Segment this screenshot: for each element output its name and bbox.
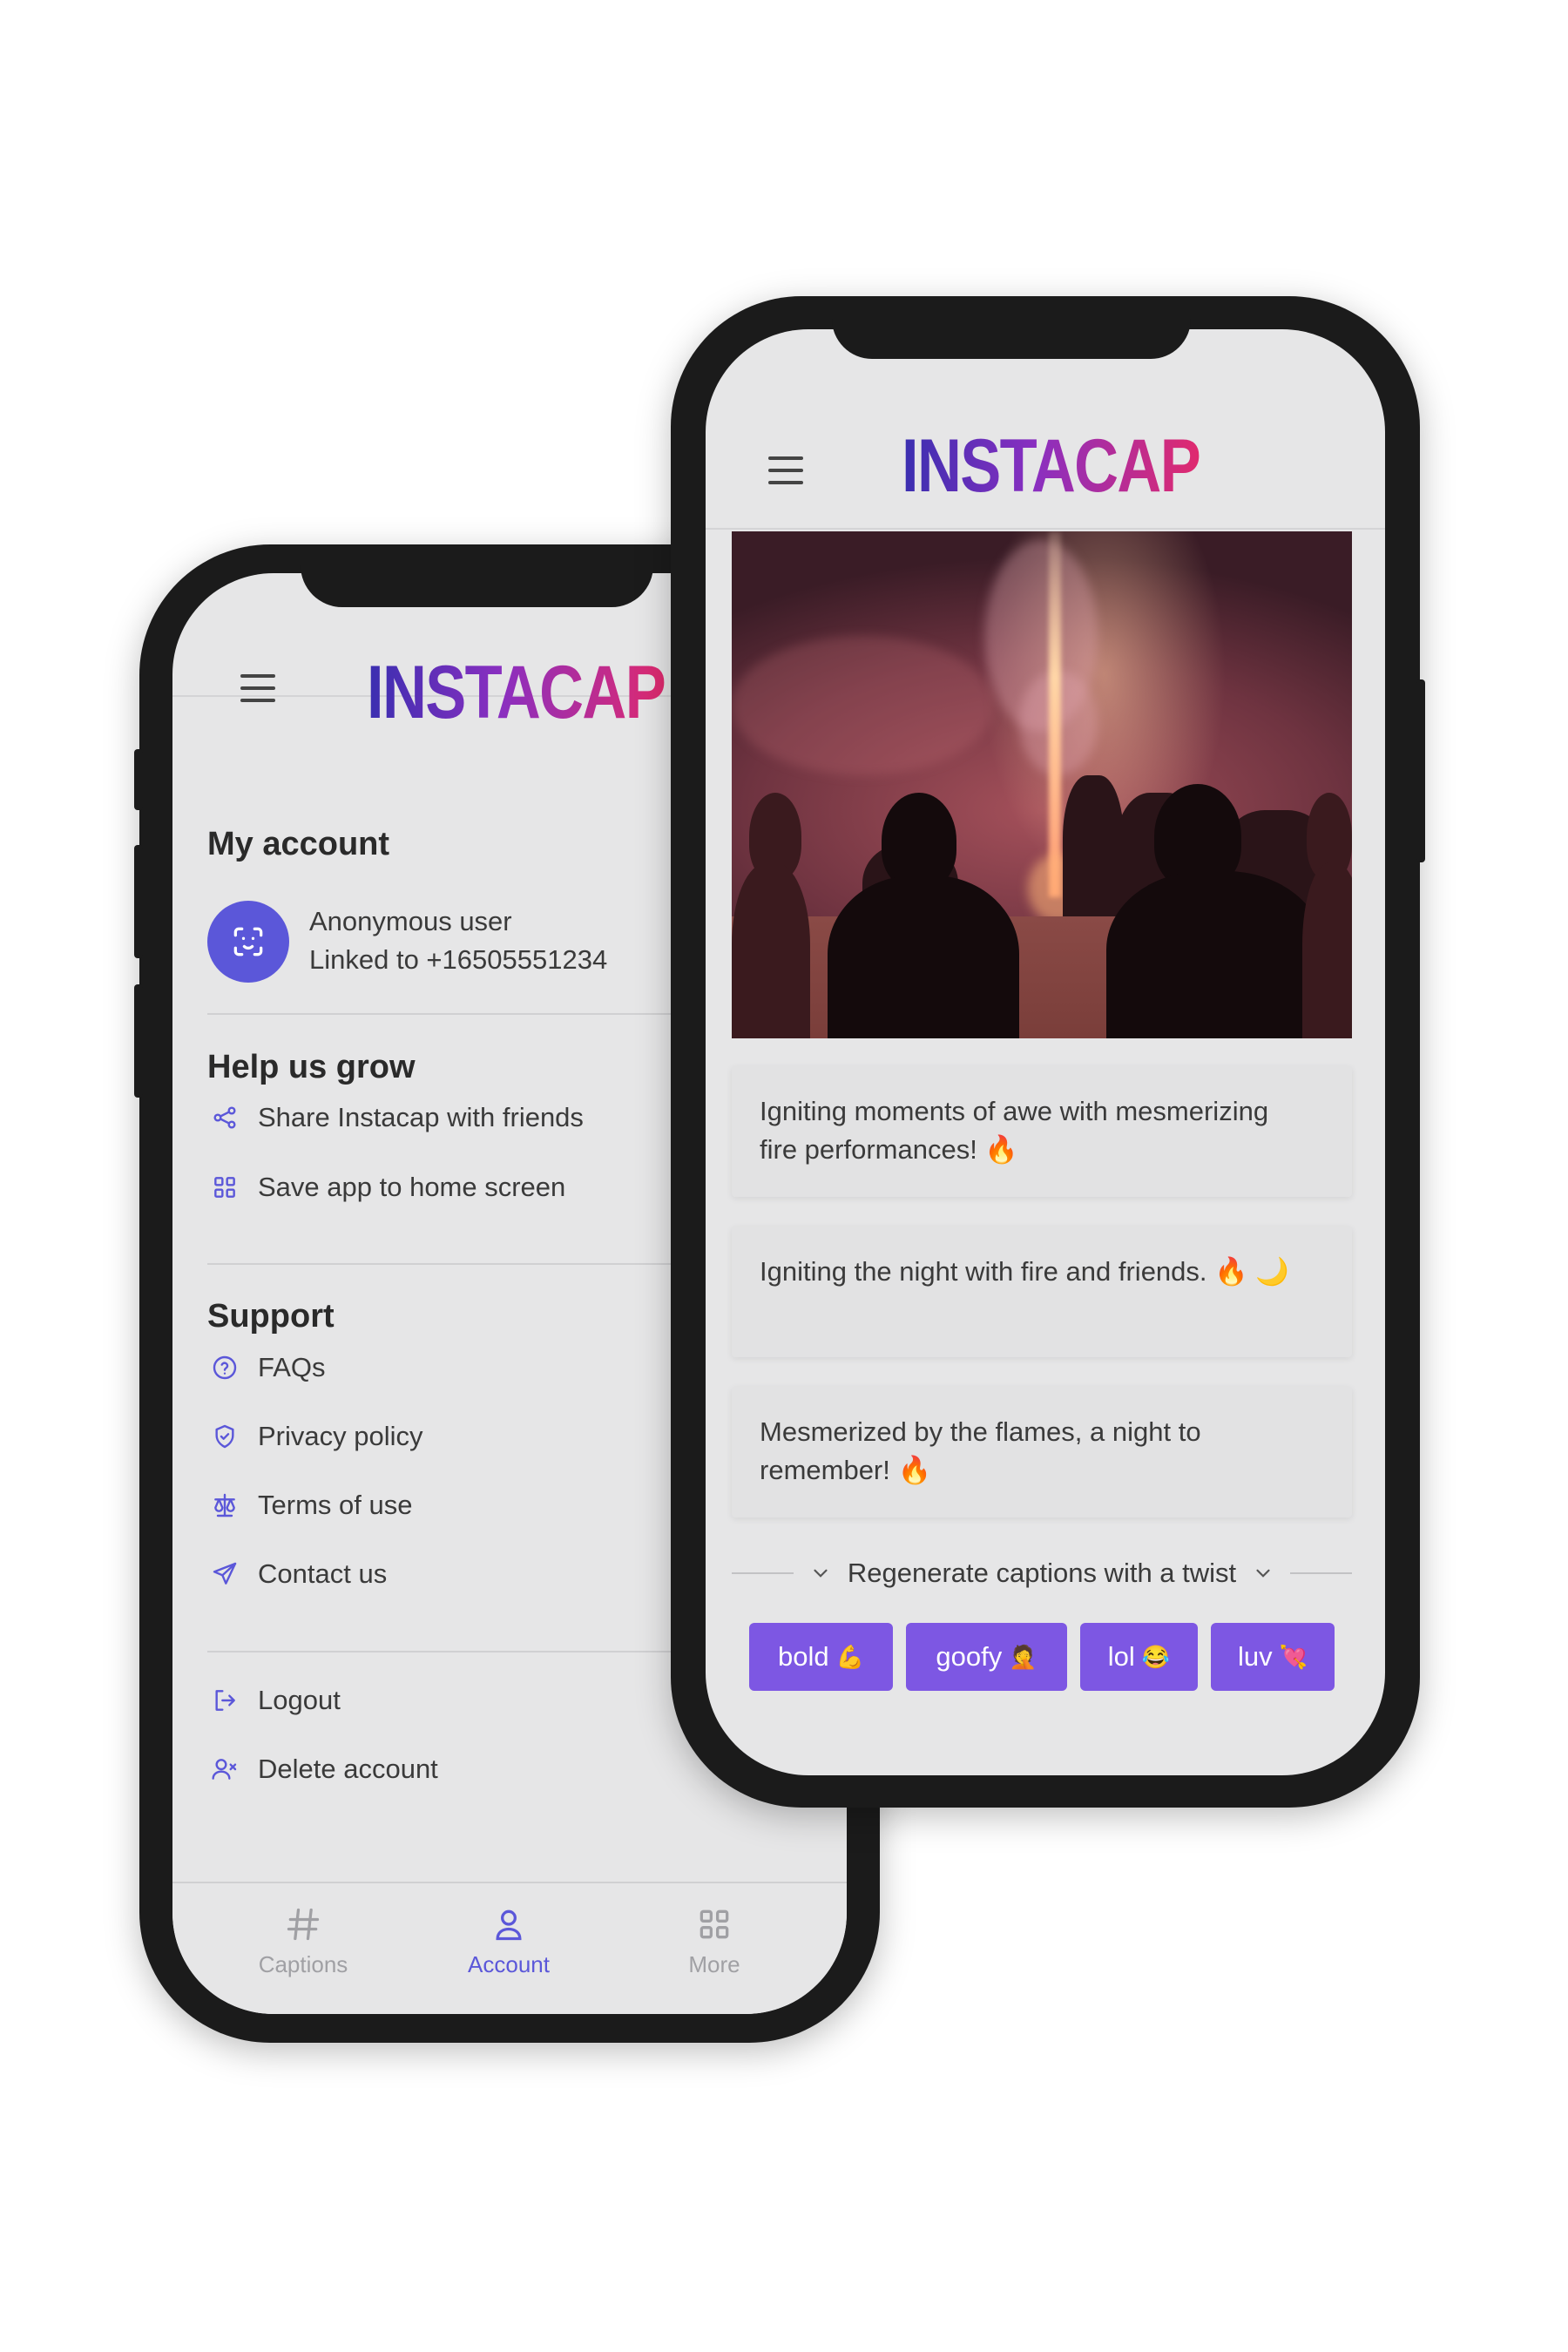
chip-label: luv xyxy=(1237,1641,1273,1672)
logout-label: Logout xyxy=(258,1685,341,1715)
mute-switch xyxy=(134,749,143,810)
bottom-tab-bar: Captions Account More xyxy=(172,1882,847,2014)
avatar xyxy=(207,901,289,983)
my-account-title: My account xyxy=(207,826,390,862)
caption-card[interactable]: Mesmerized by the flames, a night to rem… xyxy=(732,1387,1352,1517)
volume-up-button xyxy=(134,845,143,958)
caption-text: Igniting moments of awe with mesmerizing… xyxy=(760,1096,1269,1165)
chip-emoji: 🤦 xyxy=(1009,1643,1037,1670)
logout-icon xyxy=(207,1683,242,1718)
contact-us-item[interactable]: Contact us xyxy=(207,1550,387,1598)
terms-of-use-item[interactable]: Terms of use xyxy=(207,1481,412,1530)
save-to-home-label: Save app to home screen xyxy=(258,1172,566,1202)
captions-screen: INSTACAP Igniting moments of awe with me… xyxy=(706,329,1385,1775)
terms-of-use-label: Terms of use xyxy=(258,1490,413,1520)
grid-icon xyxy=(627,1901,801,1948)
chip-emoji: 😂 xyxy=(1141,1643,1171,1670)
privacy-policy-item[interactable]: Privacy policy xyxy=(207,1412,423,1461)
phone-notch xyxy=(301,544,653,607)
regenerate-divider: Regenerate captions with a twist xyxy=(732,1551,1353,1595)
tab-account-label: Account xyxy=(468,1951,550,1977)
faqs-label: FAQs xyxy=(258,1352,326,1382)
chip-emoji: 💪 xyxy=(835,1643,864,1670)
share-instacap-item[interactable]: Share Instacap with friends xyxy=(207,1093,584,1142)
regenerate-label: Regenerate captions with a twist xyxy=(847,1558,1237,1588)
chip-emoji: 💘 xyxy=(1279,1643,1308,1670)
caption-card[interactable]: Igniting moments of awe with mesmerizing… xyxy=(732,1066,1352,1197)
chevron-down-icon xyxy=(814,1569,828,1578)
phone-notch xyxy=(832,296,1191,359)
face-scan-icon xyxy=(233,927,263,956)
tab-captions[interactable]: Captions xyxy=(216,1901,390,1978)
app-logo: INSTACAP xyxy=(902,424,1201,508)
tab-captions-label: Captions xyxy=(258,1951,348,1977)
support-title: Support xyxy=(207,1298,335,1335)
twist-chip-bold[interactable]: bold 💪 xyxy=(749,1623,893,1691)
save-to-home-item[interactable]: Save app to home screen xyxy=(207,1163,565,1212)
privacy-policy-label: Privacy policy xyxy=(258,1421,423,1451)
tab-more[interactable]: More xyxy=(627,1901,801,1978)
send-icon xyxy=(207,1557,242,1592)
caption-card[interactable]: Igniting the night with fire and friends… xyxy=(732,1227,1352,1357)
faqs-item[interactable]: FAQs xyxy=(207,1343,326,1392)
caption-text: Mesmerized by the flames, a night to rem… xyxy=(760,1416,1201,1485)
twist-chip-goofy[interactable]: goofy 🤦 xyxy=(906,1623,1067,1691)
chip-label: goofy xyxy=(936,1641,1003,1672)
share-icon xyxy=(207,1100,242,1135)
power-button xyxy=(1416,679,1425,862)
chevron-down-icon xyxy=(1256,1569,1270,1578)
hash-icon xyxy=(216,1901,390,1948)
contact-us-label: Contact us xyxy=(258,1558,388,1589)
twist-chip-lol[interactable]: lol 😂 xyxy=(1080,1623,1198,1691)
app-logo: INSTACAP xyxy=(367,651,666,734)
shield-check-icon xyxy=(207,1419,242,1454)
user-linked-phone: Linked to +16505551234 xyxy=(309,944,608,975)
twist-chip-luv[interactable]: luv 💘 xyxy=(1211,1623,1335,1691)
logout-item[interactable]: Logout xyxy=(207,1676,341,1725)
hamburger-icon[interactable] xyxy=(240,674,275,702)
tab-account[interactable]: Account xyxy=(422,1901,596,1978)
question-circle-icon xyxy=(207,1350,242,1385)
grid-icon xyxy=(207,1170,242,1205)
delete-account-label: Delete account xyxy=(258,1754,438,1784)
regenerate-toggle[interactable]: Regenerate captions with a twist xyxy=(794,1558,1290,1589)
delete-account-item[interactable]: Delete account xyxy=(207,1745,438,1794)
chip-label: lol xyxy=(1107,1641,1135,1672)
chip-label: bold xyxy=(778,1641,829,1672)
help-us-grow-title: Help us grow xyxy=(207,1049,416,1085)
volume-down-button xyxy=(134,984,143,1098)
hamburger-icon[interactable] xyxy=(768,456,803,484)
tab-more-label: More xyxy=(688,1951,740,1977)
share-instacap-label: Share Instacap with friends xyxy=(258,1102,584,1132)
caption-text: Igniting the night with fire and friends… xyxy=(760,1256,1289,1287)
user-remove-icon xyxy=(207,1752,242,1787)
app-header: INSTACAP xyxy=(706,329,1385,530)
phone-captions: INSTACAP Igniting moments of awe with me… xyxy=(671,296,1425,1808)
user-name: Anonymous user xyxy=(309,906,512,936)
user-icon xyxy=(422,1901,596,1948)
uploaded-photo xyxy=(732,531,1352,1038)
scale-icon xyxy=(207,1488,242,1523)
